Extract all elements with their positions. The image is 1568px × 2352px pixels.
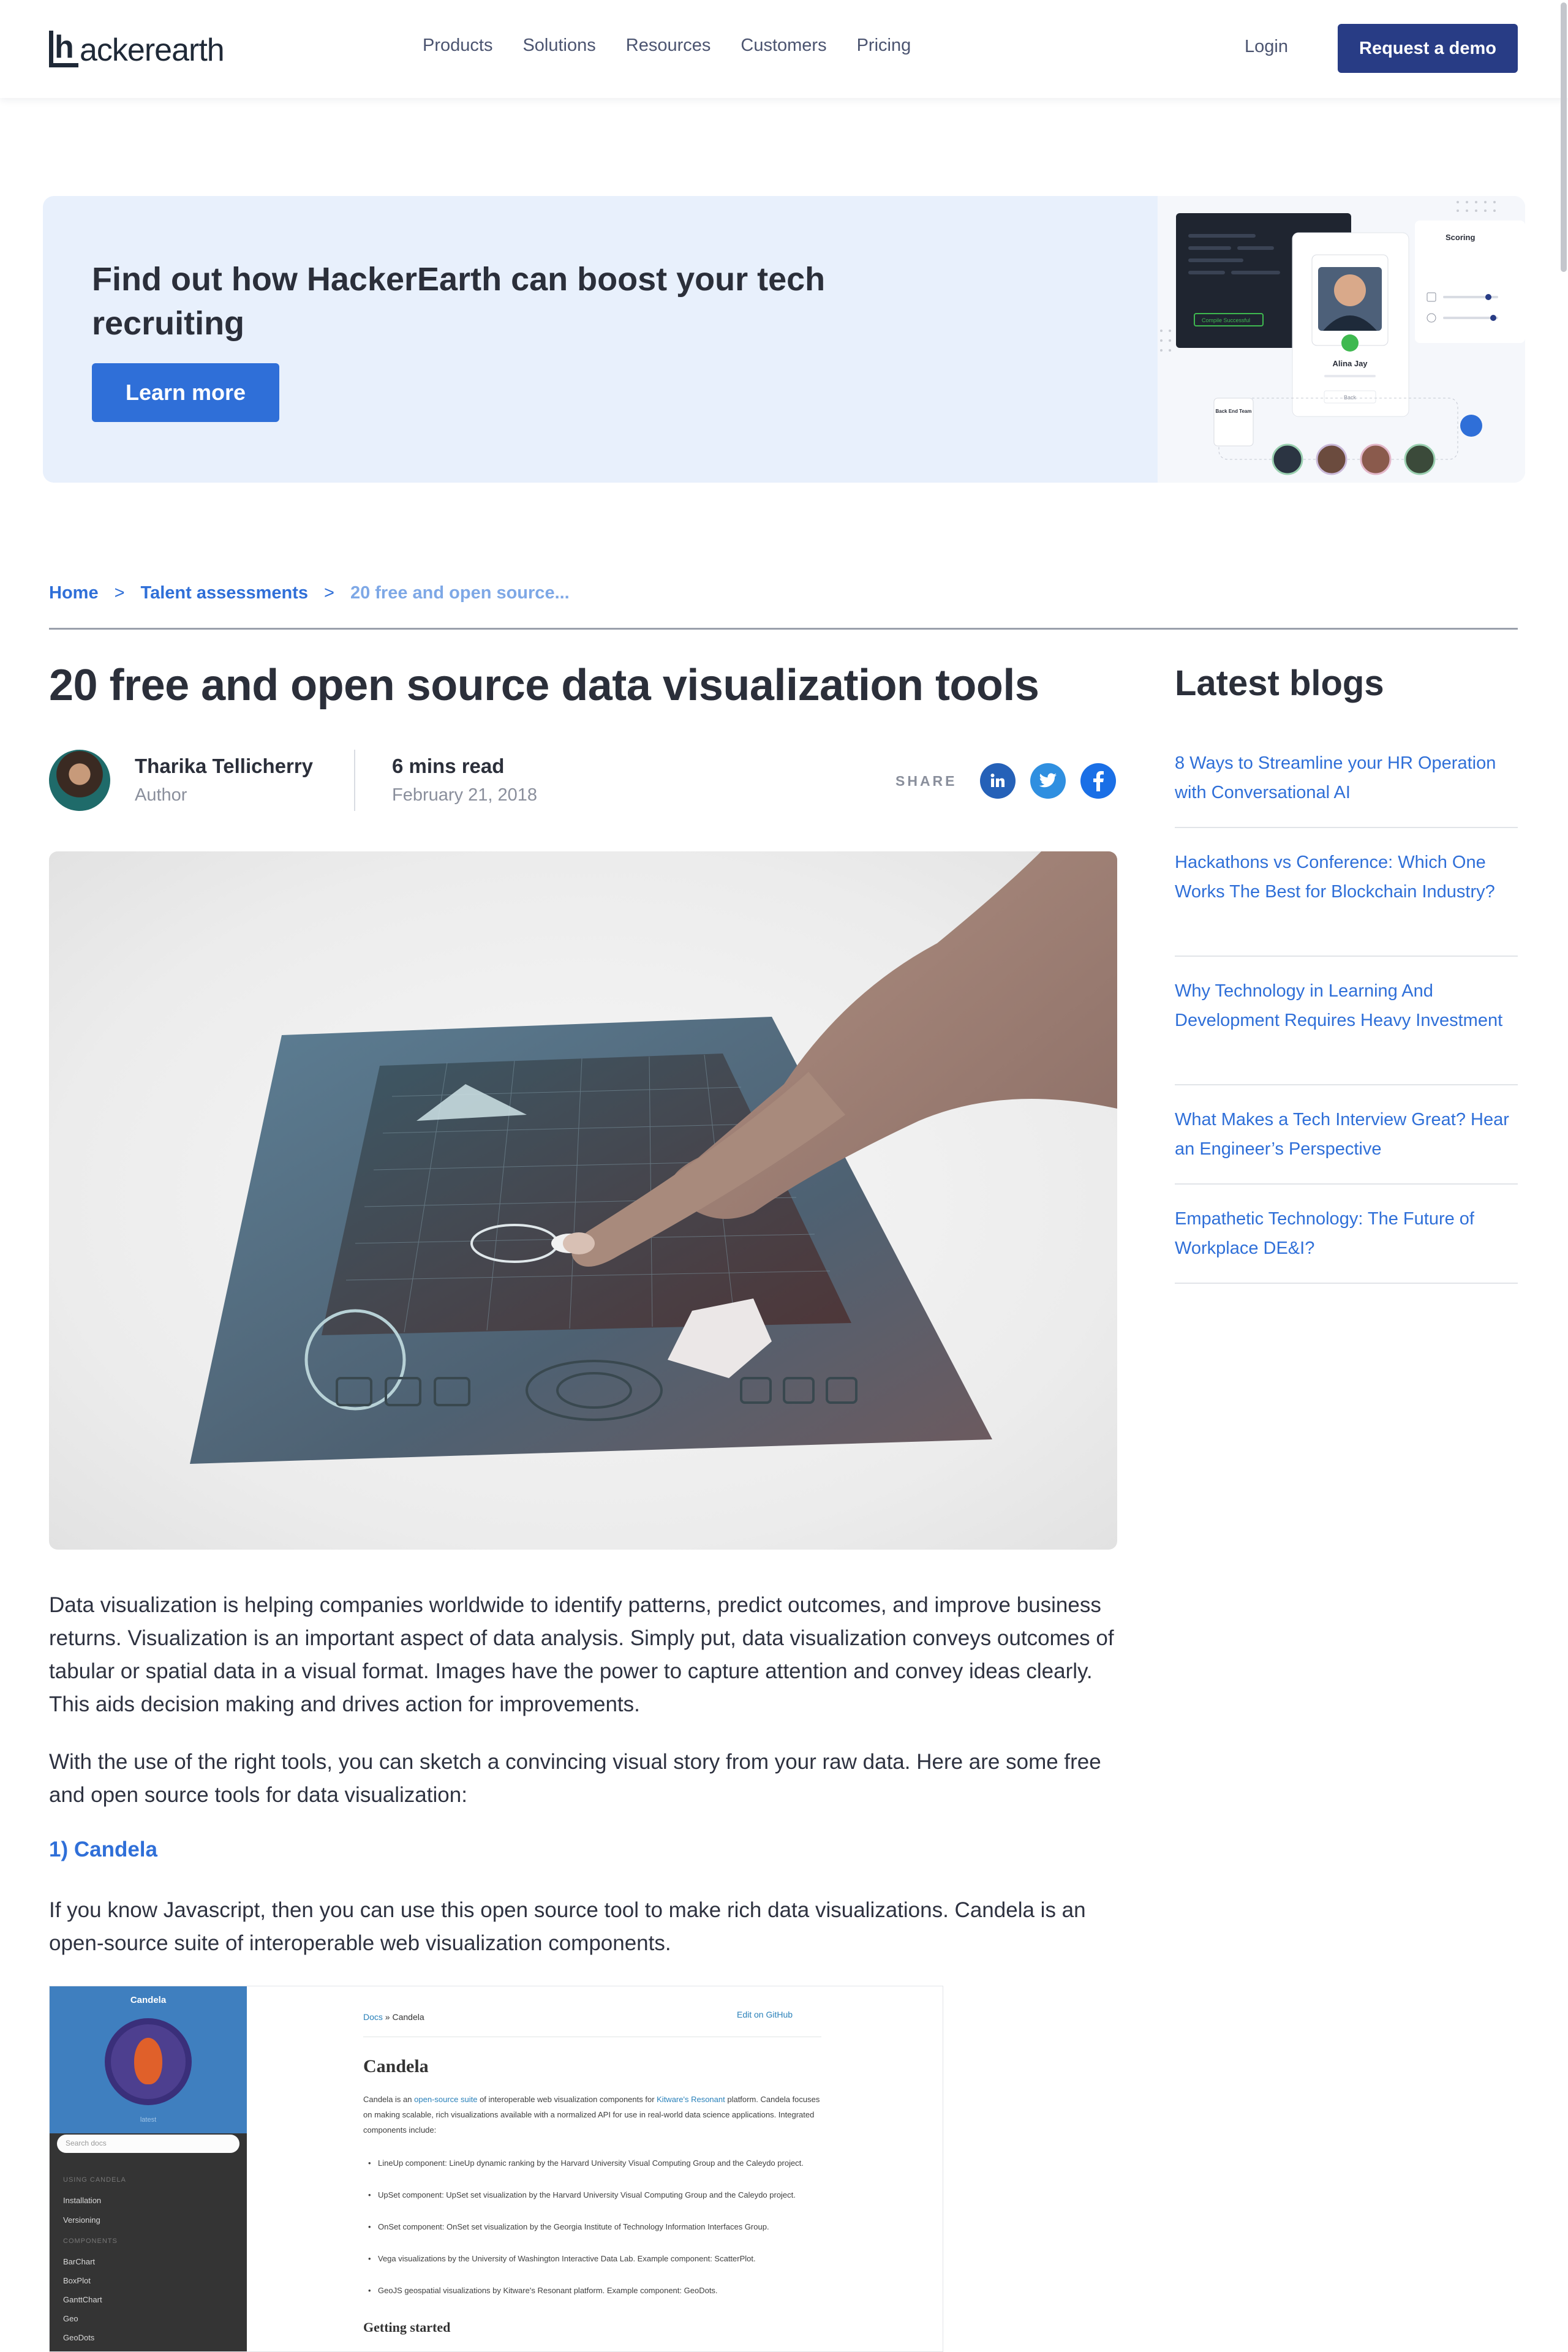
latest-blog-link[interactable]: Hackathons vs Conference: Which One Work… <box>1175 848 1518 907</box>
author-name[interactable]: Tharika Tellicherry <box>135 755 313 778</box>
candela-docs-screenshot: Candela latest Search docs USING CANDELA… <box>49 1986 943 2352</box>
latest-blog-link[interactable]: 8 Ways to Streamline your HR Operation w… <box>1175 748 1518 807</box>
article-paragraph-1: Data visualization is helping companies … <box>49 1593 1114 1716</box>
author-role: Author <box>135 785 187 805</box>
docs-nav-item: GanttChart <box>63 2295 102 2304</box>
docs-intro-link-1: open-source suite <box>414 2095 478 2104</box>
latest-blog-link[interactable]: Why Technology in Learning And Developme… <box>1175 976 1518 1035</box>
site-header: ackerearth Products Solutions Resources … <box>0 0 1568 98</box>
breadcrumb-separator: > <box>114 583 125 603</box>
docs-brand: Candela <box>130 1995 167 2005</box>
candela-flame-icon <box>105 2018 192 2105</box>
docs-content: Docs » Candela Edit on GitHub Candela Ca… <box>247 1986 943 2351</box>
article-title: 20 free and open source data visualizati… <box>49 661 1039 710</box>
breadcrumb-separator: > <box>324 583 334 603</box>
nav-solutions[interactable]: Solutions <box>522 36 595 56</box>
hackerearth-logo[interactable]: ackerearth <box>49 29 225 68</box>
page-scrollbar[interactable] <box>1561 2 1567 272</box>
latest-blogs-title: Latest blogs <box>1175 663 1384 703</box>
docs-nav-item: BarChart <box>63 2257 96 2266</box>
docs-intro-link-2: Kitware's Resonant <box>657 2095 725 2104</box>
article-hero-image <box>49 851 1117 1550</box>
blog-divider <box>1175 956 1518 957</box>
breadcrumb-current: 20 free and open source... <box>350 583 570 603</box>
section-heading-candela: 1) Candela <box>49 1838 157 1861</box>
promo-banner: Find out how HackerEarth can boost your … <box>43 196 1525 483</box>
docs-search-input: Search docs <box>57 2135 239 2153</box>
read-time: 6 mins read <box>392 755 505 777</box>
docs-intro-b: of interoperable web visualization compo… <box>477 2095 657 2104</box>
author-avatar <box>49 750 110 811</box>
docs-heading: Candela <box>363 2056 429 2076</box>
docs-intro-a: Candela is an <box>363 2095 415 2104</box>
meta-divider <box>354 750 355 811</box>
docs-nav-item: Versioning <box>63 2215 100 2225</box>
docs-nav-caption: COMPONENTS <box>63 2237 118 2245</box>
banner-illustration: Compile Successful Alina Jay Back Scorin… <box>1158 196 1525 483</box>
request-demo-button[interactable]: Request a demo <box>1338 24 1518 73</box>
login-link[interactable]: Login <box>1245 37 1288 57</box>
docs-nav-caption: USING CANDELA <box>63 2176 126 2184</box>
team-label: Back End Team <box>1216 409 1252 414</box>
tablet-touch-illustration <box>190 851 1117 1464</box>
recruiting-dashboard-illustration: Compile Successful Alina Jay Back Scorin… <box>1160 201 1525 475</box>
docs-list-item: UpSet component: UpSet set visualization… <box>368 2187 831 2203</box>
learn-more-button[interactable]: Learn more <box>92 363 279 422</box>
docs-list-item: LineUp component: LineUp dynamic ranking… <box>368 2155 831 2171</box>
latest-blog-link[interactable]: What Makes a Tech Interview Great? Hear … <box>1175 1105 1518 1164</box>
blog-divider <box>1175 1283 1518 1284</box>
breadcrumb-home[interactable]: Home <box>49 583 99 603</box>
candidate-name-label: Alina Jay <box>1332 359 1368 368</box>
docs-nav-item: GeoDots <box>63 2333 95 2342</box>
twitter-icon[interactable] <box>1030 763 1066 799</box>
breadcrumb-category[interactable]: Talent assessments <box>141 583 309 603</box>
docs-intro: Candela is an open-source suite of inter… <box>363 2092 829 2138</box>
docs-sidebar: Candela latest Search docs USING CANDELA… <box>50 1986 247 2351</box>
nav-products[interactable]: Products <box>423 36 492 56</box>
breadcrumb: Home > Talent assessments > 20 free and … <box>49 583 570 603</box>
blog-divider <box>1175 1084 1518 1085</box>
scoring-label: Scoring <box>1446 233 1475 242</box>
logo-mark-icon <box>49 29 78 67</box>
share-label: SHARE <box>895 773 957 789</box>
compile-status-label: Compile Successful <box>1202 317 1250 323</box>
edit-on-github-link: Edit on GitHub <box>737 2010 793 2019</box>
docs-nav-item: Geo <box>63 2314 78 2323</box>
latest-blog-link[interactable]: Empathetic Technology: The Future of Wor… <box>1175 1204 1518 1263</box>
blog-divider <box>1175 1183 1518 1185</box>
blog-divider <box>1175 827 1518 828</box>
docs-list-item: Vega visualizations by the University of… <box>368 2251 831 2266</box>
docs-breadcrumb: Docs » Candela <box>363 2012 424 2022</box>
back-label: Back <box>1344 394 1357 401</box>
docs-nav-item: Installation <box>63 2196 102 2205</box>
nav-resources[interactable]: Resources <box>626 36 711 56</box>
breadcrumb-divider <box>49 628 1518 630</box>
docs-version: latest <box>140 2116 157 2124</box>
docs-nav-item: BoxPlot <box>63 2276 91 2285</box>
nav-pricing[interactable]: Pricing <box>857 36 911 56</box>
banner-headline: Find out how HackerEarth can boost your … <box>92 261 826 342</box>
docs-subheading: Getting started <box>363 2320 451 2335</box>
docs-list-item: OnSet component: OnSet set visualization… <box>368 2219 831 2234</box>
docs-list-item: GeoJS geospatial visualizations by Kitwa… <box>368 2283 831 2298</box>
docs-crumb-link: Docs <box>363 2012 383 2022</box>
linkedin-icon[interactable] <box>980 763 1016 799</box>
nav-customers[interactable]: Customers <box>741 36 826 56</box>
logo-text: ackerearth <box>80 32 225 68</box>
publish-date: February 21, 2018 <box>392 785 537 805</box>
article-paragraph-3: If you know Javascript, then you can use… <box>49 1898 1086 1955</box>
docs-crumb-rest: » Candela <box>385 2012 424 2022</box>
facebook-icon[interactable] <box>1080 763 1116 799</box>
main-nav: Products Solutions Resources Customers P… <box>423 36 941 56</box>
article-paragraph-2: With the use of the right tools, you can… <box>49 1750 1101 1807</box>
article-meta: Tharika Tellicherry Author 6 mins read F… <box>49 750 1117 813</box>
